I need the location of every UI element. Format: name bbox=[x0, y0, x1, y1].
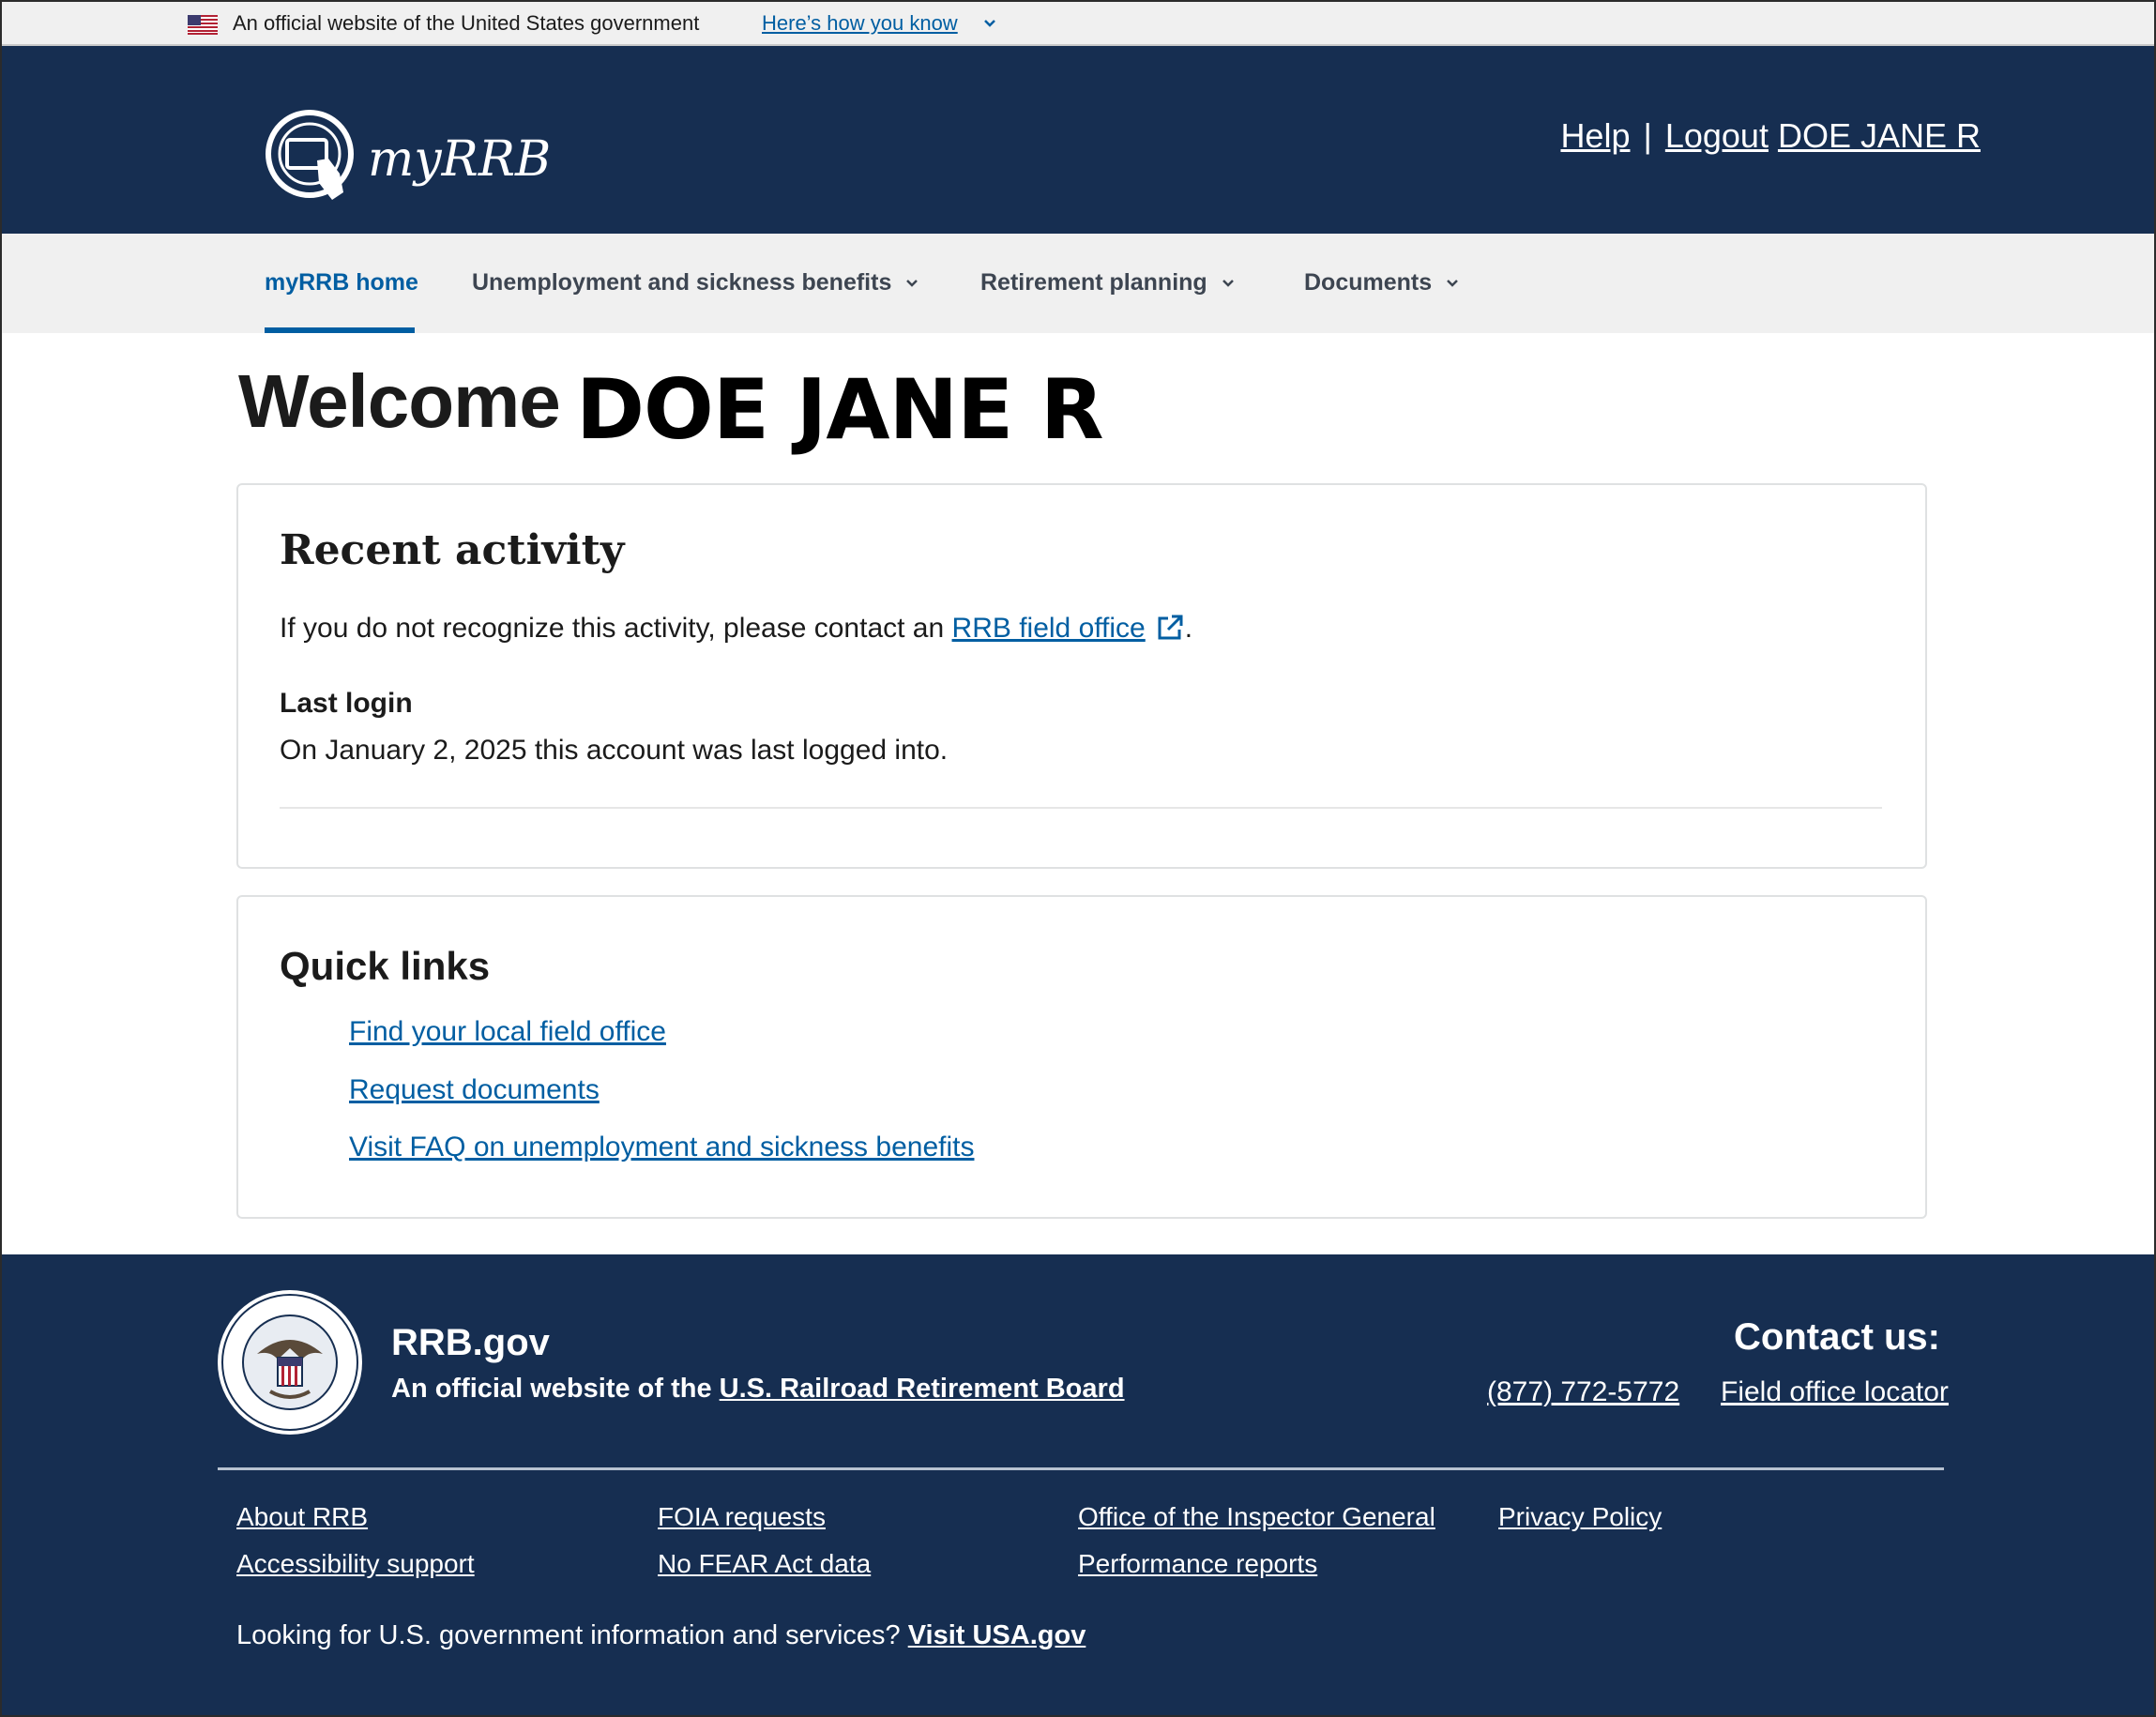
quick-link-request-documents[interactable]: Request documents bbox=[349, 1074, 600, 1106]
nav-retirement-planning[interactable]: Retirement planning bbox=[980, 269, 1236, 296]
chevron-down-icon bbox=[1222, 279, 1234, 287]
last-login-label: Last login bbox=[280, 688, 413, 719]
welcome-user-name: DOE JANE R bbox=[576, 361, 1104, 458]
usa-gov-line: Looking for U.S. government information … bbox=[236, 1620, 1086, 1651]
recent-activity-card: Recent activity If you do not recognize … bbox=[236, 483, 1927, 869]
gov-banner-text: An official website of the United States… bbox=[233, 11, 700, 35]
usa-prefix: Looking for U.S. government information … bbox=[236, 1620, 901, 1650]
notice-text: If you do not recognize this activity, p… bbox=[280, 613, 945, 644]
header-links: Help | Logout DOE JANE R bbox=[1560, 116, 1981, 156]
nav-label: Retirement planning bbox=[980, 269, 1207, 296]
nav-documents[interactable]: Documents bbox=[1304, 269, 1460, 296]
footer-link-accessibility[interactable]: Accessibility support bbox=[236, 1549, 475, 1579]
contact-title: Contact us: bbox=[1734, 1316, 1940, 1358]
gov-banner: An official website of the United States… bbox=[2, 2, 2154, 46]
header-separator: | bbox=[1643, 116, 1652, 155]
chevron-down-icon bbox=[906, 279, 919, 287]
recent-activity-notice: If you do not recognize this activity, p… bbox=[280, 613, 1192, 645]
visit-usa-gov-link[interactable]: Visit USA.gov bbox=[908, 1620, 1086, 1650]
recent-activity-title: Recent activity bbox=[280, 526, 625, 574]
contact-phone-link[interactable]: (877) 772-5772 bbox=[1487, 1376, 1679, 1408]
quick-link-find-field-office[interactable]: Find your local field office bbox=[349, 1016, 666, 1048]
footer-link-privacy[interactable]: Privacy Policy bbox=[1498, 1502, 1662, 1532]
quick-links-title: Quick links bbox=[280, 944, 491, 988]
us-flag-icon bbox=[188, 15, 218, 35]
divider bbox=[280, 807, 1882, 809]
chevron-down-icon[interactable] bbox=[981, 15, 998, 32]
logout-link[interactable]: Logout bbox=[1665, 116, 1769, 155]
footer-link-about[interactable]: About RRB bbox=[236, 1502, 368, 1532]
rrb-seal-logo bbox=[218, 1290, 362, 1435]
footer-link-oig[interactable]: Office of the Inspector General bbox=[1078, 1502, 1435, 1532]
page-frame: An official website of the United States… bbox=[0, 0, 2156, 1717]
nav-label: myRRB home bbox=[265, 269, 418, 296]
header-user-name: DOE JANE R bbox=[1777, 116, 1981, 155]
nav-label: Documents bbox=[1304, 269, 1433, 296]
nav-label: Unemployment and sickness benefits bbox=[472, 269, 892, 296]
rrb-field-office-link[interactable]: RRB field office bbox=[952, 613, 1146, 644]
external-link-icon[interactable] bbox=[1155, 613, 1185, 643]
rrb-board-link[interactable]: U.S. Railroad Retirement Board bbox=[720, 1374, 1125, 1404]
chevron-down-icon bbox=[1447, 279, 1459, 287]
footer-official-text: An official website of the U.S. Railroad… bbox=[391, 1374, 1125, 1405]
nav-active-indicator bbox=[265, 327, 415, 333]
quick-link-faq-unemployment[interactable]: Visit FAQ on unemployment and sickness b… bbox=[349, 1132, 974, 1163]
nav-unemployment-sickness[interactable]: Unemployment and sickness benefits bbox=[472, 269, 919, 296]
heres-how-you-know-link[interactable]: Here’s how you know bbox=[762, 11, 958, 36]
last-login-text: On January 2, 2025 this account was last… bbox=[280, 735, 949, 766]
footer-site-name: RRB.gov bbox=[391, 1322, 550, 1363]
footer-link-foia[interactable]: FOIA requests bbox=[658, 1502, 826, 1532]
help-link[interactable]: Help bbox=[1560, 116, 1630, 155]
quick-links-card: Quick links Find your local field office… bbox=[236, 895, 1927, 1219]
official-prefix: An official website of the bbox=[391, 1374, 712, 1404]
site-header: myRRB Help | Logout DOE JANE R bbox=[2, 46, 2154, 234]
footer-divider bbox=[218, 1467, 1944, 1470]
myrrb-logo[interactable]: myRRB bbox=[263, 102, 600, 205]
nav-myrrb-home[interactable]: myRRB home bbox=[265, 269, 418, 296]
notice-period: . bbox=[1184, 613, 1193, 644]
logo-text: myRRB bbox=[368, 131, 551, 188]
primary-nav: myRRB home Unemployment and sickness ben… bbox=[2, 234, 2154, 333]
footer-link-nofear[interactable]: No FEAR Act data bbox=[658, 1549, 871, 1579]
footer-link-performance[interactable]: Performance reports bbox=[1078, 1549, 1317, 1579]
welcome-heading: Welcome bbox=[238, 359, 561, 443]
field-office-locator-link[interactable]: Field office locator bbox=[1721, 1376, 1949, 1408]
